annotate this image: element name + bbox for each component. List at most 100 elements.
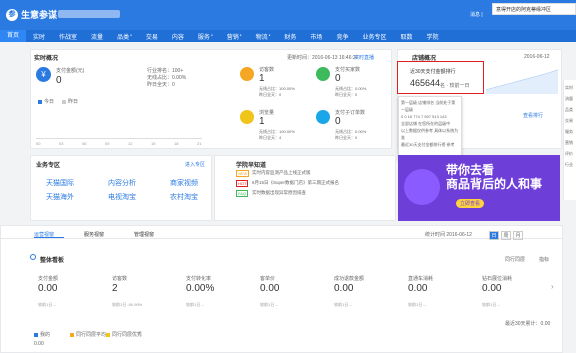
popup-line: 全部店铺 在您所在的层级中 — [401, 121, 451, 126]
overview-metric-title: 客单价 — [260, 276, 276, 282]
nav-item[interactable]: 首页 — [0, 30, 27, 42]
logo-mark-icon: 参 — [6, 8, 18, 21]
eye-icon — [240, 110, 254, 124]
x-tick-label: 15 — [151, 141, 156, 146]
legend-yesterday-swatch — [62, 99, 66, 104]
period-tab-2[interactable]: 月 — [513, 231, 523, 240]
nav-item[interactable]: 业务专区 — [355, 32, 393, 41]
nav-item[interactable]: 交易 — [139, 32, 165, 41]
nav-item[interactable]: 服务 — [191, 32, 220, 41]
learning-item[interactable]: 实时数据出现异常原因排查 — [252, 190, 306, 196]
nav-item[interactable]: 市场 — [303, 32, 329, 41]
business-link[interactable]: 内容分析 — [108, 178, 136, 188]
overview-metric-compare: 较前1日 -- — [408, 302, 426, 307]
overview-metric: 客单价 0.00 较前1日 -- — [260, 275, 279, 308]
popup-line: 0 0 16 774 7 507 513 143 — [401, 114, 447, 119]
overview-metric-title: 成功退款金额 — [334, 276, 365, 282]
nav-item[interactable]: 营销 — [220, 32, 249, 41]
banner-illustration — [404, 169, 440, 205]
learning-item[interactable]: 6月15日《Super数据门店》第三期正式报名 — [252, 180, 339, 186]
next-arrow-icon[interactable]: › — [551, 282, 554, 291]
nav-item[interactable]: 品类 — [110, 32, 139, 41]
learning-item[interactable]: 实时内容监测产品上线正式版 — [252, 170, 311, 176]
nav-item[interactable]: 实时 — [26, 32, 52, 41]
pay-side-stat-2: 无线占比：0.00% — [147, 75, 187, 81]
nav-item[interactable]: 竞争 — [329, 32, 355, 41]
realtime-live-link[interactable]: 实时直播 — [354, 54, 374, 61]
period-tab-0[interactable]: 日 — [489, 231, 499, 240]
legend-today-swatch — [38, 99, 42, 104]
toggle-peer[interactable]: 同行同层 — [505, 256, 525, 263]
realtime-title: 实时概况 — [34, 56, 59, 62]
tab-1[interactable]: 服务视窗 — [84, 231, 104, 238]
nav-item[interactable]: 学院 — [419, 32, 445, 41]
promo-banner[interactable]: 带你去看 商品背后的人和事 立即查看 — [398, 155, 560, 221]
shop-name-blurred — [58, 10, 120, 18]
pay-side-stat-1: 行业排名：100+ — [147, 68, 184, 74]
ranking-suffix: 名 · 较前一日 — [440, 83, 470, 89]
tab-2[interactable]: 管理视窗 — [134, 231, 154, 238]
nav-item[interactable]: 物流 — [249, 32, 278, 41]
right-sidebar-item[interactable]: 品类 — [565, 107, 575, 113]
overview-metric-value: 0.00 — [482, 283, 502, 294]
overview-metric: 支付转化率 0.00% 较前1日 -- — [186, 275, 214, 308]
x-tick-label: 12 — [128, 141, 133, 146]
nav-item[interactable]: 流量 — [84, 32, 110, 41]
overview-metric-value: 0.00 — [260, 283, 280, 294]
buyer-icon — [316, 67, 330, 81]
business-link[interactable]: 天猫国际 — [46, 178, 74, 188]
bottom-legend-swatch — [106, 332, 110, 337]
bottom-legend-label: 同行同层优秀 — [112, 332, 143, 338]
logo[interactable]: 参 生意参谋 — [6, 8, 57, 21]
period-tab-1[interactable]: 周 — [501, 231, 511, 240]
overview-metric-title: 支付转化率 — [186, 276, 212, 282]
learning-title: 学院早知道 — [236, 163, 267, 169]
overview-metric-compare: 较前1日 -90.90% — [112, 302, 143, 307]
right-sidebar-item[interactable]: 营销 — [565, 140, 575, 146]
nav-item[interactable]: 作战室 — [52, 32, 84, 41]
metric-label: 访客数 — [259, 67, 275, 73]
nav-item[interactable]: 内容 — [165, 32, 191, 41]
ranking-value: 465644 — [410, 78, 441, 88]
realtime-updated: 更新时间：2016-06-13 16:46:27 — [287, 55, 359, 61]
overview-metric: 直通车消耗 0.00 较前1日 -- — [408, 275, 433, 308]
right-sidebar-item[interactable]: 流量 — [565, 96, 575, 102]
metric-sub: 昨日全天：4 — [259, 135, 282, 140]
overview-icon — [30, 254, 36, 260]
x-tick-label: 00 — [36, 141, 41, 146]
order-icon — [316, 110, 330, 124]
toggle-metric[interactable]: 指标 — [539, 256, 549, 263]
main-nav: 首页实时作战室流量品类交易内容服务营销物流财务市场竞争业务专区取数学院 — [0, 30, 576, 42]
bottom-legend-swatch — [34, 332, 38, 337]
nav-item[interactable]: 取数 — [393, 32, 419, 41]
business-link[interactable]: 天猫海外 — [46, 192, 74, 202]
business-more-link[interactable]: 进入专区 — [185, 161, 205, 168]
right-sidebar-item[interactable]: 服务 — [565, 129, 575, 135]
business-link[interactable]: 农村淘宝 — [170, 192, 198, 202]
overview-metric-compare: 较前1日 -- — [482, 302, 500, 307]
overview-metric-value: 0.00 — [408, 283, 428, 294]
ranking-link[interactable]: 查看排行 — [523, 112, 543, 119]
overview-metric-compare: 较前1日 -- — [334, 302, 352, 307]
metric-sub: 昨日全天：0 — [335, 135, 358, 140]
right-sidebar-item[interactable]: 交易 — [565, 118, 575, 124]
popup-line: 最近30天支付金额排行榜 参考 — [401, 142, 455, 147]
right-sidebar-item[interactable]: 行业 — [565, 162, 575, 168]
metric-sub: 昨日全天：0 — [259, 92, 282, 97]
nav-item[interactable]: 财务 — [277, 32, 303, 41]
business-link[interactable]: 商家视频 — [170, 178, 198, 188]
message-link[interactable]: 消息 | — [470, 11, 483, 18]
top-tooltip: 意得开店的阿克蒂缘冲区 — [492, 3, 576, 15]
metric-label: 浏览量 — [259, 110, 275, 116]
learning-tag-hot: HOT — [236, 180, 249, 187]
overview-metric-compare: 较前1日 -- — [186, 302, 204, 307]
pay-amount-value: 0 — [56, 75, 62, 86]
right-sidebar-item[interactable]: 实时 — [565, 85, 575, 91]
business-link[interactable]: 电视淘宝 — [108, 192, 136, 202]
overview-metric-title: 访客数 — [112, 276, 128, 282]
right-sidebar: 实时流量品类交易服务营销评价行业 — [563, 80, 576, 200]
right-sidebar-item[interactable]: 评价 — [565, 151, 575, 157]
banner-button[interactable]: 立即查看 — [456, 199, 485, 208]
banner-headline: 带你去看 商品背后的人和事 — [446, 163, 542, 191]
metric-sub: 昨日全天：0 — [335, 92, 358, 97]
